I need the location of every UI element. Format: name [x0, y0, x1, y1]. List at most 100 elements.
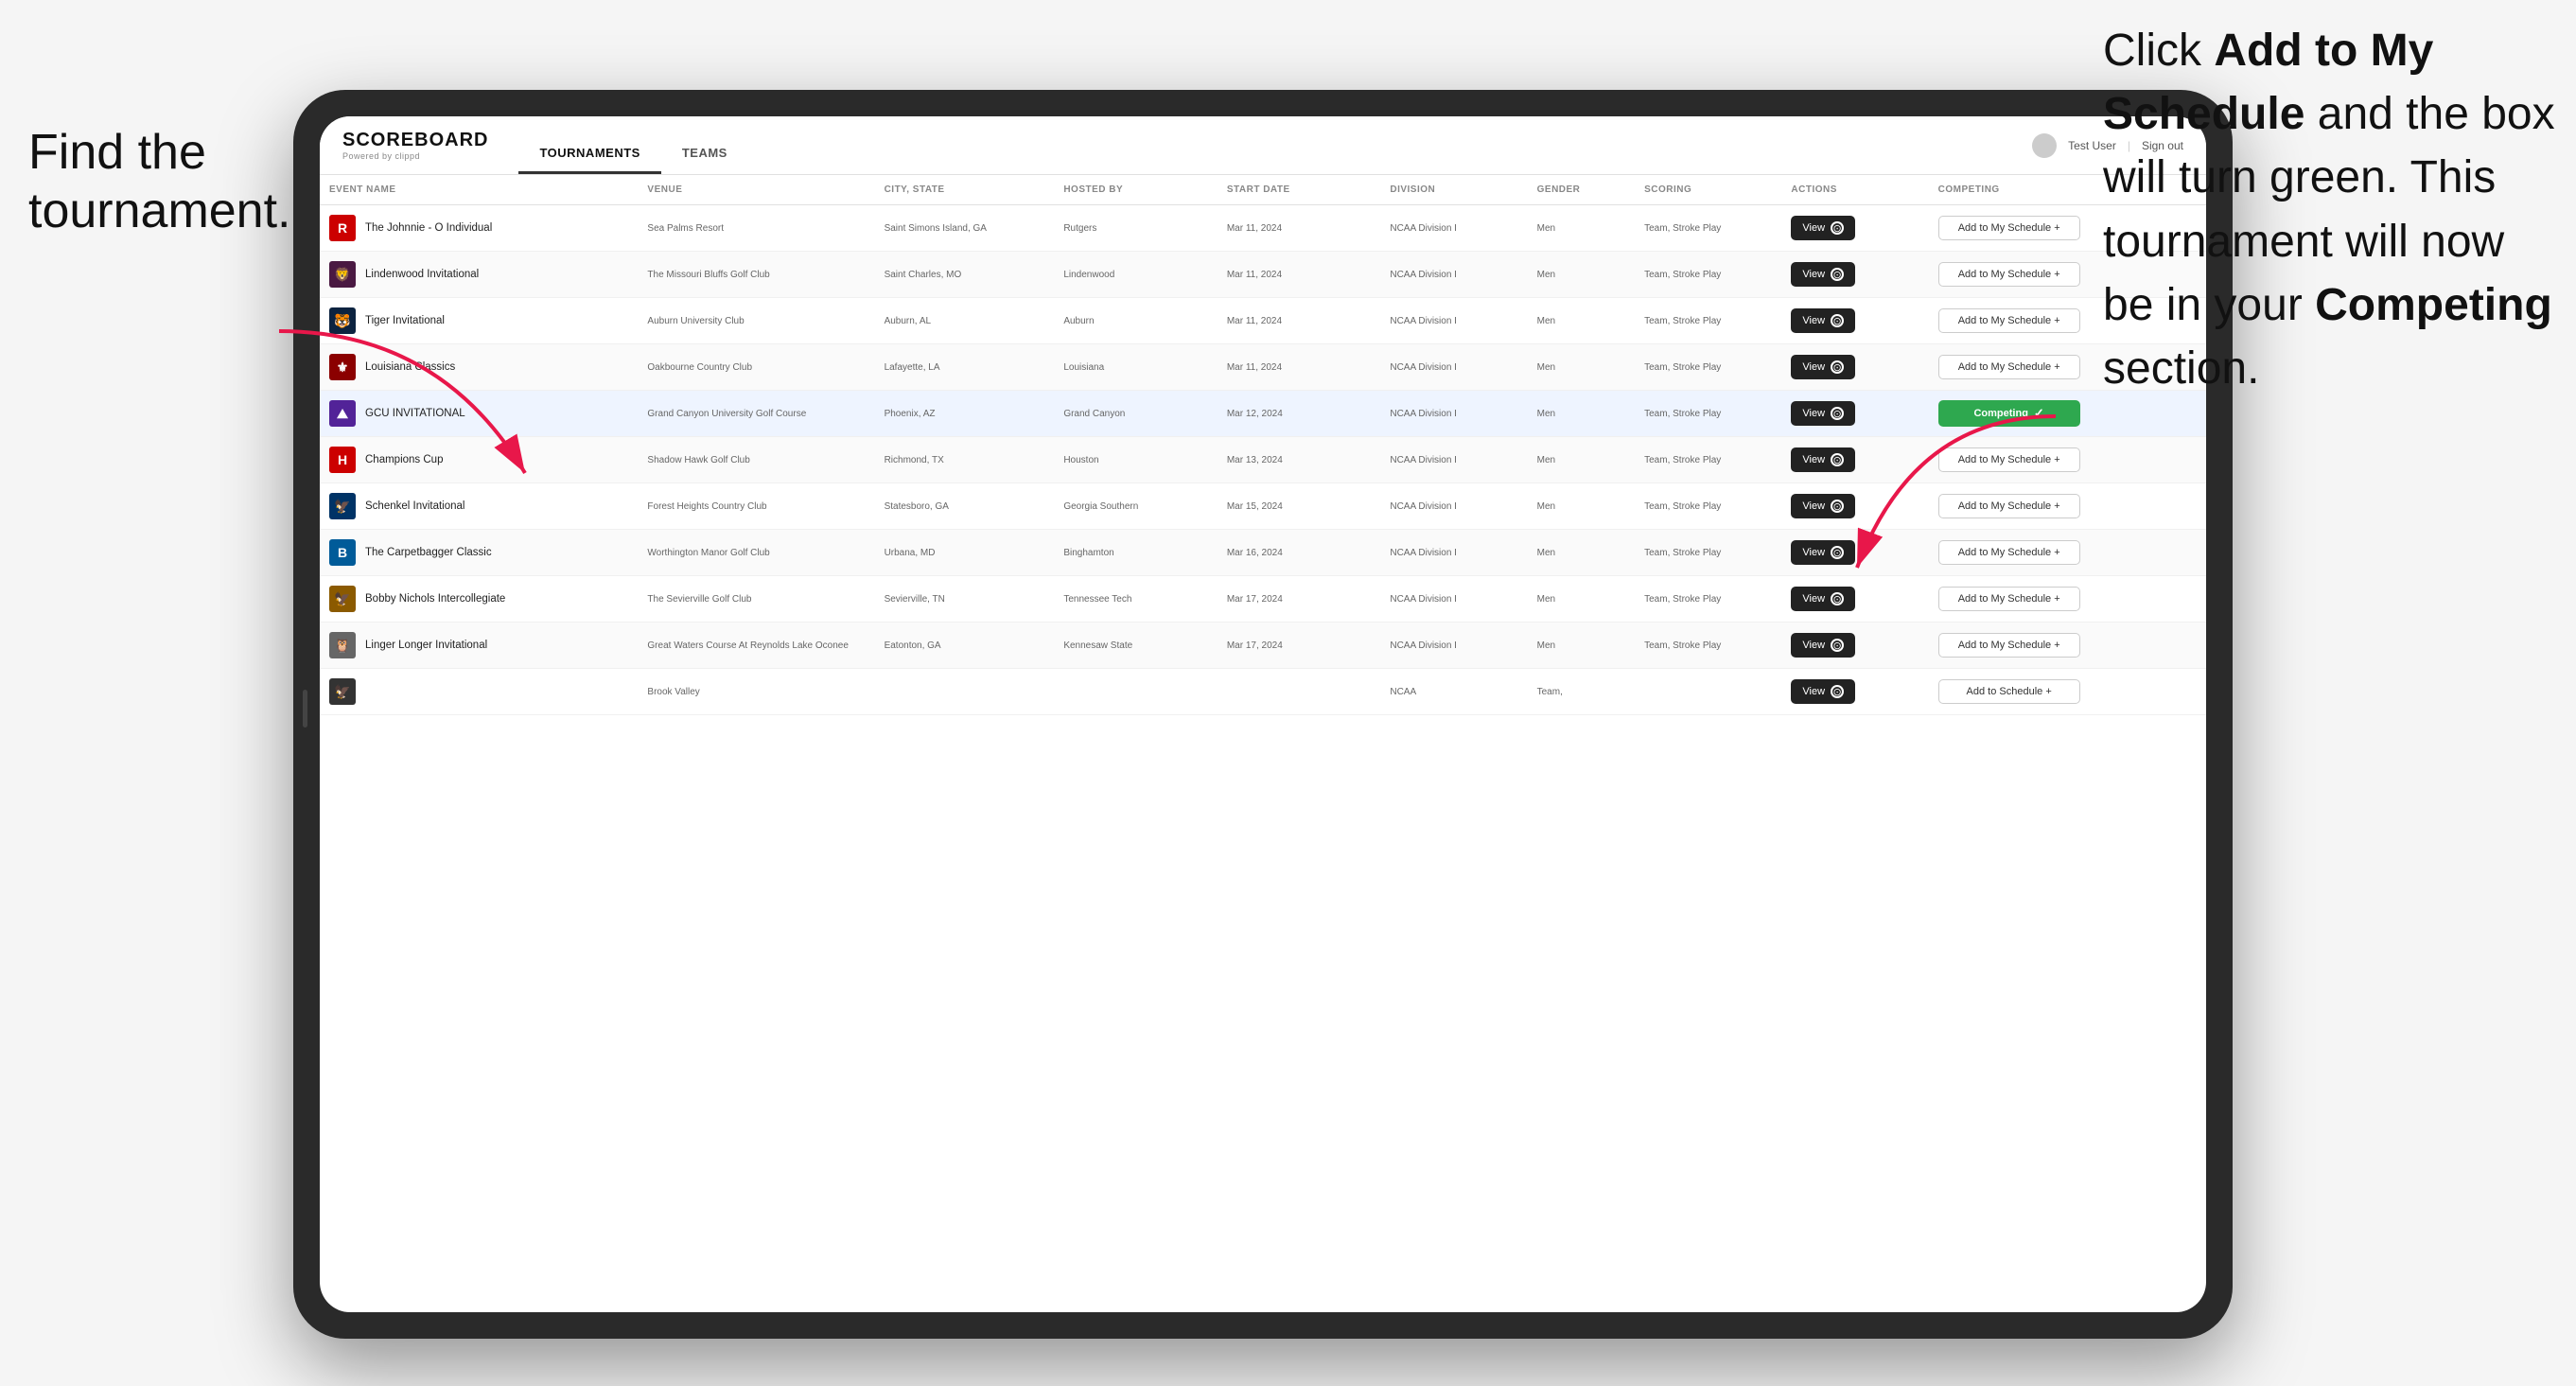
table-row: H Champions Cup Shadow Hawk Golf ClubRic…: [320, 437, 2206, 483]
view-button[interactable]: View ⊙: [1791, 262, 1855, 287]
start-date-cell: Mar 17, 2024: [1218, 623, 1381, 669]
view-button[interactable]: View ⊙: [1791, 447, 1855, 472]
col-division: DIVISION: [1380, 175, 1527, 205]
division-cell: NCAA Division I: [1380, 437, 1527, 483]
add-schedule-button[interactable]: Add to My Schedule +: [1938, 587, 2080, 611]
actions-cell: View ⊙: [1781, 483, 1928, 530]
add-schedule-button[interactable]: Add to My Schedule +: [1938, 355, 2080, 379]
event-name-cell: B The Carpetbagger Classic: [320, 530, 638, 576]
gender-cell: Men: [1528, 298, 1636, 344]
add-schedule-button[interactable]: Add to My Schedule +: [1938, 262, 2080, 287]
team-logo: R: [329, 215, 356, 241]
check-icon: ✓: [2034, 406, 2044, 421]
venue-cell: Auburn University Club: [638, 298, 874, 344]
view-button[interactable]: View ⊙: [1791, 540, 1855, 565]
hosted-by-cell: Lindenwood: [1054, 252, 1218, 298]
city-state-cell: Sevierville, TN: [875, 576, 1055, 623]
hosted-by-cell: Rutgers: [1054, 205, 1218, 252]
start-date-cell: [1218, 669, 1381, 715]
view-button[interactable]: View ⊙: [1791, 216, 1855, 240]
view-button[interactable]: View ⊙: [1791, 308, 1855, 333]
table-container[interactable]: EVENT NAME VENUE CITY, STATE HOSTED BY S…: [320, 175, 2206, 1312]
actions-cell: View ⊙: [1781, 252, 1928, 298]
actions-cell: View ⊙: [1781, 344, 1928, 391]
col-scoring: SCORING: [1635, 175, 1781, 205]
col-hosted-by: HOSTED BY: [1054, 175, 1218, 205]
scoring-cell: Team, Stroke Play: [1635, 437, 1781, 483]
venue-cell: Shadow Hawk Golf Club: [638, 437, 874, 483]
hosted-by-cell: Houston: [1054, 437, 1218, 483]
event-name: Bobby Nichols Intercollegiate: [365, 593, 505, 605]
table-row: R The Johnnie - O Individual Sea Palms R…: [320, 205, 2206, 252]
venue-cell: The Sevierville Golf Club: [638, 576, 874, 623]
view-button[interactable]: View ⊙: [1791, 587, 1855, 611]
view-icon: ⊙: [1831, 360, 1844, 374]
table-body: R The Johnnie - O Individual Sea Palms R…: [320, 205, 2206, 715]
scoring-cell: Team, Stroke Play: [1635, 391, 1781, 437]
venue-cell: Great Waters Course At Reynolds Lake Oco…: [638, 623, 874, 669]
view-button[interactable]: View ⊙: [1791, 679, 1855, 704]
tab-teams[interactable]: TEAMS: [661, 134, 748, 174]
competing-button[interactable]: Competing ✓: [1938, 400, 2080, 427]
tab-tournaments[interactable]: TOURNAMENTS: [518, 134, 660, 174]
view-button[interactable]: View ⊙: [1791, 401, 1855, 426]
add-schedule-button[interactable]: Add to My Schedule +: [1938, 308, 2080, 333]
table-row: ⚜ Louisiana Classics Oakbourne Country C…: [320, 344, 2206, 391]
start-date-cell: Mar 17, 2024: [1218, 576, 1381, 623]
scoring-cell: Team, Stroke Play: [1635, 623, 1781, 669]
city-state-cell: Saint Simons Island, GA: [875, 205, 1055, 252]
add-schedule-button[interactable]: Add to My Schedule +: [1938, 494, 2080, 518]
team-logo: 🦅: [329, 678, 356, 705]
competing-cell: Add to My Schedule +: [1929, 576, 2206, 623]
view-button[interactable]: View ⊙: [1791, 494, 1855, 518]
actions-cell: View ⊙: [1781, 205, 1928, 252]
table-row: ⛰ GCU INVITATIONAL Grand Canyon Universi…: [320, 391, 2206, 437]
add-schedule-button[interactable]: Add to My Schedule +: [1938, 216, 2080, 240]
city-state-cell: Auburn, AL: [875, 298, 1055, 344]
hosted-by-cell: Georgia Southern: [1054, 483, 1218, 530]
view-icon: ⊙: [1831, 453, 1844, 466]
annotation-right-text: Click Add to My Schedule and the box wil…: [2103, 26, 2555, 394]
add-schedule-button[interactable]: Add to My Schedule +: [1938, 540, 2080, 565]
add-schedule-button[interactable]: Add to My Schedule +: [1938, 633, 2080, 658]
tablet-frame: SCOREBOARD Powered by clippd TOURNAMENTS…: [293, 90, 2233, 1339]
col-gender: GENDER: [1528, 175, 1636, 205]
scoring-cell: Team, Stroke Play: [1635, 205, 1781, 252]
division-cell: NCAA Division I: [1380, 252, 1527, 298]
city-state-cell: Lafayette, LA: [875, 344, 1055, 391]
event-name-cell: 🦅 Schenkel Invitational: [320, 483, 638, 530]
scoring-cell: Team, Stroke Play: [1635, 252, 1781, 298]
competing-cell: Add to My Schedule +: [1929, 437, 2206, 483]
venue-cell: Grand Canyon University Golf Course: [638, 391, 874, 437]
col-event-name: EVENT NAME: [320, 175, 638, 205]
add-schedule-button[interactable]: Add to Schedule +: [1938, 679, 2080, 704]
hosted-by-cell: Kennesaw State: [1054, 623, 1218, 669]
view-icon: ⊙: [1831, 639, 1844, 652]
city-state-cell: Saint Charles, MO: [875, 252, 1055, 298]
view-button[interactable]: View ⊙: [1791, 355, 1855, 379]
actions-cell: View ⊙: [1781, 391, 1928, 437]
view-icon: ⊙: [1831, 314, 1844, 327]
city-state-cell: Eatonton, GA: [875, 623, 1055, 669]
city-state-cell: Statesboro, GA: [875, 483, 1055, 530]
gender-cell: Men: [1528, 576, 1636, 623]
add-schedule-button[interactable]: Add to My Schedule +: [1938, 447, 2080, 472]
event-name-cell: ⛰ GCU INVITATIONAL: [320, 391, 638, 437]
logo-area: SCOREBOARD Powered by clippd: [342, 130, 488, 161]
division-cell: NCAA: [1380, 669, 1527, 715]
hosted-by-cell: Louisiana: [1054, 344, 1218, 391]
col-city-state: CITY, STATE: [875, 175, 1055, 205]
city-state-cell: Richmond, TX: [875, 437, 1055, 483]
view-button[interactable]: View ⊙: [1791, 633, 1855, 658]
hosted-by-cell: Binghamton: [1054, 530, 1218, 576]
hosted-by-cell: Auburn: [1054, 298, 1218, 344]
actions-cell: View ⊙: [1781, 576, 1928, 623]
gender-cell: Men: [1528, 344, 1636, 391]
team-logo: ⚜: [329, 354, 356, 380]
division-cell: NCAA Division I: [1380, 298, 1527, 344]
view-icon: ⊙: [1831, 592, 1844, 605]
annotation-right: Click Add to My Schedule and the box wil…: [2103, 19, 2557, 400]
start-date-cell: Mar 16, 2024: [1218, 530, 1381, 576]
scoring-cell: Team, Stroke Play: [1635, 530, 1781, 576]
actions-cell: View ⊙: [1781, 298, 1928, 344]
